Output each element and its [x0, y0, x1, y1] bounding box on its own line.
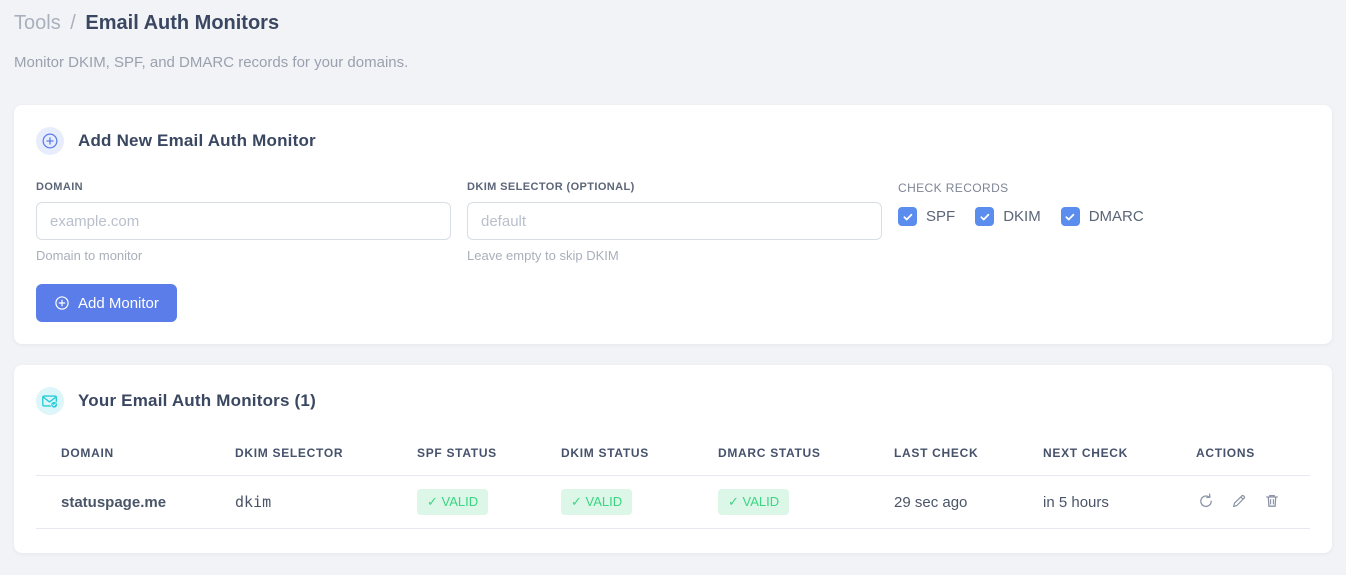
monitor-last-check: 29 sec ago: [869, 475, 1018, 529]
breadcrumb-tools-link[interactable]: Tools: [14, 12, 61, 34]
delete-icon[interactable]: [1262, 491, 1282, 511]
monitors-card: Your Email Auth Monitors (1) DOMAIN DKIM…: [14, 365, 1332, 553]
header-dkim-status: DKIM STATUS: [536, 431, 693, 476]
spf-checkbox[interactable]: SPF: [898, 207, 955, 226]
add-monitor-button[interactable]: Add Monitor: [36, 284, 177, 322]
dkim-checkbox[interactable]: DKIM: [975, 207, 1041, 226]
page: Tools / Email Auth Monitors Monitor DKIM…: [0, 0, 1346, 553]
monitor-dkim-selector: dkim: [210, 475, 392, 529]
monitors-table: DOMAIN DKIM SELECTOR SPF STATUS DKIM STA…: [36, 431, 1310, 529]
header-next-check: NEXT CHECK: [1018, 431, 1171, 476]
header-domain: DOMAIN: [36, 431, 210, 476]
row-actions: [1196, 491, 1282, 511]
table-row: statuspage.me dkim ✓ VALID ✓ VALID ✓ VAL…: [36, 475, 1310, 529]
page-header: Tools / Email Auth Monitors Monitor DKIM…: [14, 10, 1332, 71]
check-records-group: CHECK RECORDS SPF DKIM DMARC: [898, 181, 1310, 226]
domain-input[interactable]: [36, 202, 451, 240]
dmarc-checkbox[interactable]: DMARC: [1060, 207, 1144, 226]
check-records-label: CHECK RECORDS: [898, 181, 1009, 195]
dkim-selector-input[interactable]: [467, 202, 882, 240]
page-subtitle: Monitor DKIM, SPF, and DMARC records for…: [14, 54, 409, 71]
refresh-icon[interactable]: [1196, 491, 1216, 511]
dkim-selector-field: DKIM SELECTOR (OPTIONAL) Leave empty to …: [467, 181, 882, 263]
add-monitor-card: Add New Email Auth Monitor DOMAIN Domain…: [14, 105, 1332, 344]
check-icon: [1060, 207, 1080, 226]
monitors-card-header: Your Email Auth Monitors (1): [36, 387, 1310, 415]
add-monitor-card-title: Add New Email Auth Monitor: [78, 131, 316, 150]
monitors-card-title: Your Email Auth Monitors (1): [78, 391, 316, 410]
domain-helper-text: Domain to monitor: [36, 248, 143, 263]
dmarc-checkbox-label: DMARC: [1088, 208, 1144, 225]
header-spf-status: SPF STATUS: [392, 431, 536, 476]
page-title: Email Auth Monitors: [85, 12, 280, 34]
check-icon: [898, 207, 917, 226]
add-monitor-button-label: Add Monitor: [78, 294, 159, 312]
breadcrumb: Tools / Email Auth Monitors: [14, 10, 1332, 36]
breadcrumb-separator: /: [70, 12, 76, 34]
dkim-selector-label: DKIM SELECTOR (OPTIONAL): [467, 181, 635, 193]
dmarc-status-badge: ✓ VALID: [718, 489, 790, 515]
plus-circle-icon: [54, 295, 70, 311]
header-dkim-selector: DKIM SELECTOR: [210, 431, 392, 476]
monitor-domain: statuspage.me: [36, 475, 210, 529]
table-header-row: DOMAIN DKIM SELECTOR SPF STATUS DKIM STA…: [36, 431, 1310, 476]
dkim-status-badge: ✓ VALID: [561, 489, 633, 515]
check-records-options: SPF DKIM DMARC: [898, 207, 1310, 226]
header-dmarc-status: DMARC STATUS: [693, 431, 869, 476]
plus-circle-icon: [36, 127, 64, 155]
domain-field: DOMAIN Domain to monitor: [36, 181, 451, 263]
monitor-next-check: in 5 hours: [1018, 475, 1171, 529]
header-actions: ACTIONS: [1171, 431, 1310, 476]
domain-label: DOMAIN: [36, 181, 84, 193]
dkim-selector-helper-text: Leave empty to skip DKIM: [467, 248, 619, 263]
check-icon: [975, 207, 995, 226]
header-last-check: LAST CHECK: [869, 431, 1018, 476]
add-monitor-form: DOMAIN Domain to monitor DKIM SELECTOR (…: [36, 181, 1310, 263]
envelope-check-icon: [36, 387, 64, 415]
spf-checkbox-label: SPF: [926, 208, 956, 225]
add-monitor-card-header: Add New Email Auth Monitor: [36, 127, 1310, 155]
spf-status-badge: ✓ VALID: [417, 489, 489, 515]
dkim-checkbox-label: DKIM: [1003, 208, 1041, 225]
edit-icon[interactable]: [1229, 491, 1249, 511]
